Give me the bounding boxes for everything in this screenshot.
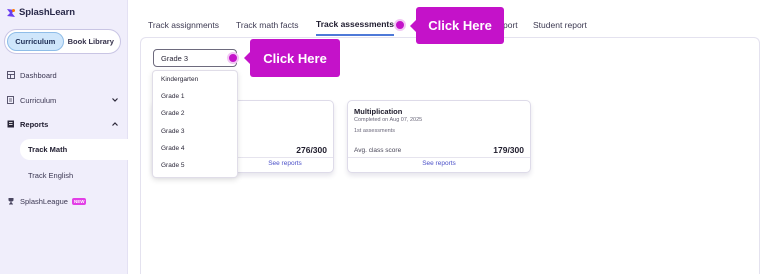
brand-name: SplashLearn <box>19 7 75 18</box>
chevron-down-icon <box>112 98 118 102</box>
tab-track-assessments[interactable]: Track assessments <box>316 14 394 36</box>
curriculum-icon <box>7 96 15 104</box>
sidebar-item-reports[interactable]: Reports <box>0 114 128 134</box>
click-here-callout: Click Here <box>244 39 340 77</box>
click-here-callout: Click Here <box>410 7 504 44</box>
grade-option[interactable]: Grade 3 <box>153 123 237 140</box>
grade-option[interactable]: Grade 4 <box>153 140 237 157</box>
grade-dropdown-menu: Kindergarten Grade 1 Grade 2 Grade 3 Gra… <box>152 70 238 178</box>
grade-option[interactable]: Grade 2 <box>153 105 237 122</box>
card-divider <box>348 157 530 158</box>
sidebar-item-dashboard[interactable]: Dashboard <box>0 65 128 85</box>
hotspot-marker <box>227 52 239 64</box>
sidebar-item-splashleague[interactable]: SplashLeague NEW <box>0 191 128 211</box>
card-score: 179/300 <box>493 145 524 155</box>
sidebar-subitem-track-english[interactable]: Track English <box>20 165 128 186</box>
assessment-card: Multiplication Completed on Aug 07, 2025… <box>347 100 531 173</box>
sidebar-item-curriculum[interactable]: Curriculum <box>0 90 128 110</box>
curriculum-library-toggle: Curriculum Book Library <box>4 29 121 54</box>
card-score: 276/300 <box>296 145 327 155</box>
trophy-icon <box>7 197 15 205</box>
new-badge: NEW <box>71 197 87 205</box>
grade-option[interactable]: Kindergarten <box>153 71 237 88</box>
see-reports-link[interactable]: See reports <box>348 160 530 167</box>
tab-student-report[interactable]: Student report <box>533 14 587 36</box>
tab-track-assignments[interactable]: Track assignments <box>148 14 219 36</box>
tab-report[interactable]: port <box>503 14 518 36</box>
sidebar-item-label: SplashLeague <box>20 196 68 206</box>
grade-option[interactable]: Grade 1 <box>153 88 237 105</box>
card-score-label: Avg. class score <box>354 147 402 154</box>
card-subtitle: Completed on Aug 07, 2025 <box>354 117 423 123</box>
sidebar-item-label: Dashboard <box>20 70 57 80</box>
splashlearn-logo-icon <box>7 8 15 17</box>
brand-logo[interactable]: SplashLearn <box>6 7 75 18</box>
reports-icon <box>7 120 15 128</box>
hotspot-marker <box>394 19 406 31</box>
segment-book-library[interactable]: Book Library <box>64 32 119 51</box>
sidebar-subitem-track-math[interactable]: Track Math <box>20 139 128 160</box>
chevron-up-icon <box>112 122 118 126</box>
grade-select[interactable]: Grade 3 <box>153 49 237 67</box>
tab-track-math-facts[interactable]: Track math facts <box>236 14 299 36</box>
dashboard-icon <box>7 71 15 79</box>
card-assessment-count: 1st assessments <box>354 128 395 134</box>
sidebar-item-label: Curriculum <box>20 95 57 105</box>
grade-option[interactable]: Grade 5 <box>153 157 237 174</box>
sidebar: SplashLearn Curriculum Book Library Dash… <box>0 0 128 274</box>
segment-curriculum[interactable]: Curriculum <box>7 32 64 51</box>
sidebar-item-label: Reports <box>20 119 49 129</box>
card-title: Multiplication <box>354 107 403 116</box>
